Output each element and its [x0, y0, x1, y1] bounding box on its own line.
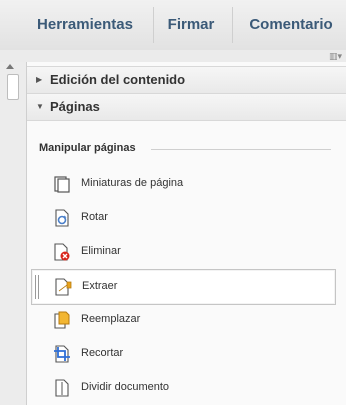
crop-page-icon [54, 345, 70, 363]
item-label: Reemplazar [81, 313, 141, 325]
tab-comentario[interactable]: Comentario [240, 12, 342, 38]
item-reemplazar[interactable]: Reemplazar [31, 303, 334, 337]
section-paginas[interactable]: ▼ Páginas [27, 93, 346, 121]
item-recortar[interactable]: Recortar [31, 337, 334, 371]
extract-page-icon [55, 278, 72, 296]
item-dividir[interactable]: Dividir documento [31, 371, 334, 405]
tab-separator [153, 7, 154, 43]
item-label: Rotar [81, 211, 108, 223]
expanded-triangle-icon: ▼ [36, 102, 44, 111]
group-divider [151, 149, 331, 150]
item-extraer[interactable]: Extraer [31, 269, 336, 305]
delete-page-icon [54, 243, 70, 261]
item-label: Recortar [81, 347, 124, 359]
split-document-icon [55, 379, 69, 397]
section-label: Edición del contenido [50, 72, 186, 87]
scroll-thumb[interactable] [7, 74, 19, 100]
item-eliminar[interactable]: Eliminar [31, 235, 334, 269]
item-label: Miniaturas de página [81, 177, 184, 189]
tools-panel: ▶ Edición del contenido ▼ Páginas Manipu… [27, 62, 346, 405]
panel-options-icon[interactable]: ▥▾ [329, 51, 342, 62]
vertical-scrollbar[interactable] [0, 62, 27, 405]
tools-pane-header: Herramientas Firmar Comentario [0, 0, 346, 51]
section-label: Páginas [50, 99, 100, 114]
page-thumbnails-icon [54, 176, 70, 193]
tab-separator [232, 7, 233, 43]
item-label: Dividir documento [81, 381, 170, 393]
scroll-up-icon[interactable] [6, 64, 14, 69]
item-label: Eliminar [81, 245, 121, 257]
tab-firmar[interactable]: Firmar [160, 12, 222, 38]
rotate-page-icon [55, 209, 69, 227]
group-title: Manipular páginas [39, 142, 136, 154]
collapsed-triangle-icon: ▶ [36, 75, 43, 84]
replace-page-icon [54, 311, 70, 329]
section-edicion-contenido[interactable]: ▶ Edición del contenido [27, 66, 346, 94]
tab-herramientas[interactable]: Herramientas [26, 12, 144, 38]
item-rotar[interactable]: Rotar [31, 201, 334, 235]
item-label: Extraer [82, 280, 118, 292]
item-miniaturas[interactable]: Miniaturas de página [31, 167, 334, 201]
